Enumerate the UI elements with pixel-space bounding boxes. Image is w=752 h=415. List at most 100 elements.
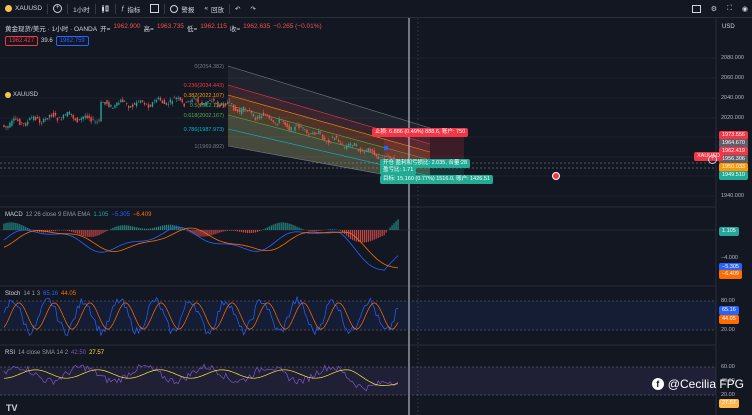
candle-body [175, 97, 177, 100]
macd-bar [153, 227, 156, 230]
price-badge: 1949.510 [719, 171, 748, 180]
candle-body [25, 123, 27, 126]
candle-body [246, 110, 249, 112]
candle-body [141, 100, 144, 102]
candle-body [76, 117, 78, 123]
macd-bar [78, 230, 80, 235]
macd-bar [377, 230, 379, 238]
candle-body [157, 97, 160, 100]
candle-body [252, 113, 255, 117]
gold-coin-icon [5, 92, 11, 98]
alert-button[interactable]: 警报 [165, 0, 199, 17]
candle-body [19, 119, 21, 125]
fx-icon: ƒ [120, 5, 125, 12]
indicators-button[interactable]: ƒ 指标 [116, 0, 146, 17]
axis-badge: 65.16 [719, 306, 739, 315]
layout-icon[interactable] [691, 4, 701, 13]
indicators-label: 指标 [127, 6, 141, 14]
axis-badge: −6.409 [719, 270, 742, 279]
redo-icon: ↷ [250, 5, 256, 13]
candle-body [330, 141, 332, 143]
undo-button[interactable]: ↶ [230, 0, 245, 17]
candle-body [40, 123, 43, 125]
candle-body [231, 103, 233, 105]
candle-body [15, 118, 17, 120]
candle-body [130, 106, 132, 108]
tradingview-logo[interactable]: TV [6, 403, 18, 413]
stoch-k-value: 65.16 [43, 291, 59, 297]
camera-icon[interactable]: ◉ [742, 5, 748, 13]
macd-bar [124, 225, 126, 230]
settings-icon[interactable]: ⚙ [711, 5, 717, 13]
axis-tick: −4.000 [721, 255, 738, 261]
candle-body [195, 99, 197, 101]
macd-bar [270, 225, 272, 230]
candle-body [207, 101, 209, 103]
candle-body [177, 97, 179, 99]
rsi-params: 14 close SMA 14 2 [18, 350, 69, 356]
chart-type-button[interactable] [96, 0, 115, 17]
replay-label: 回放 [210, 6, 224, 14]
macd-bar [86, 230, 88, 237]
compare-button[interactable]: + [48, 0, 67, 17]
candle-body [369, 148, 371, 152]
macd-bar [171, 224, 173, 230]
rsi-ma-value: 27.57 [89, 350, 105, 356]
candle-body [44, 118, 47, 120]
candle-body [217, 101, 219, 107]
macd-bar [371, 230, 373, 241]
candle-body [106, 100, 108, 104]
macd-bar [369, 230, 371, 242]
candle-body [86, 115, 88, 119]
buy-button[interactable]: 1962.759 [55, 36, 89, 46]
candle-body [219, 104, 221, 107]
legend-h-label: 高= [143, 26, 154, 33]
templates-button[interactable] [145, 0, 164, 17]
candle-body [367, 148, 370, 152]
macd-bar [11, 222, 13, 230]
macd-bar [375, 230, 377, 239]
macd-bar [145, 228, 148, 230]
macd-bar [3, 223, 5, 230]
candle-body [270, 119, 272, 121]
candle-body [92, 118, 94, 120]
candle-body [139, 100, 142, 103]
candle-body [9, 122, 11, 128]
fullscreen-icon[interactable]: ⛶ [727, 5, 732, 13]
macd-bar [155, 227, 158, 230]
candle-body [365, 149, 368, 152]
macd-bar [328, 229, 330, 230]
symbol-label: XAUUSD [15, 5, 43, 12]
candle-body [7, 126, 9, 128]
candle-body [122, 99, 124, 103]
candle-body [88, 115, 90, 119]
macd-bar [248, 230, 251, 234]
macd-hist-value: 1.105 [93, 212, 109, 218]
interval-button[interactable]: 1小时 [68, 0, 95, 17]
candle-body [229, 100, 231, 102]
symbol-search[interactable]: XAUUSD [0, 0, 47, 17]
candle-body [304, 129, 306, 130]
add-plus-icon[interactable]: + [708, 155, 717, 164]
candle-body [102, 102, 104, 103]
macd-bar [163, 225, 165, 230]
sell-button[interactable]: 1962.427 [5, 36, 39, 46]
candle-body [286, 123, 288, 128]
candle-body [197, 98, 199, 103]
macd-bar [98, 230, 100, 236]
macd-bar [56, 230, 59, 231]
macd-bar [104, 230, 106, 233]
replay-button[interactable]: « 回放 [199, 0, 229, 17]
macd-bar [215, 230, 217, 234]
candle-body [266, 114, 269, 117]
candle-body [260, 116, 263, 118]
symbol-tag[interactable]: XAUUSD [5, 92, 38, 98]
event-flag-icon[interactable] [552, 172, 560, 180]
stop-label: 止损: 6.886 (0.49%) 888.6, 账户: 750 [372, 128, 469, 137]
candle-body [264, 114, 267, 115]
macd-bar [80, 230, 82, 236]
redo-button[interactable]: ↷ [245, 0, 260, 17]
legend-low: 1962.115 [200, 23, 227, 30]
candle-body [151, 102, 154, 107]
candle-body [296, 125, 298, 126]
